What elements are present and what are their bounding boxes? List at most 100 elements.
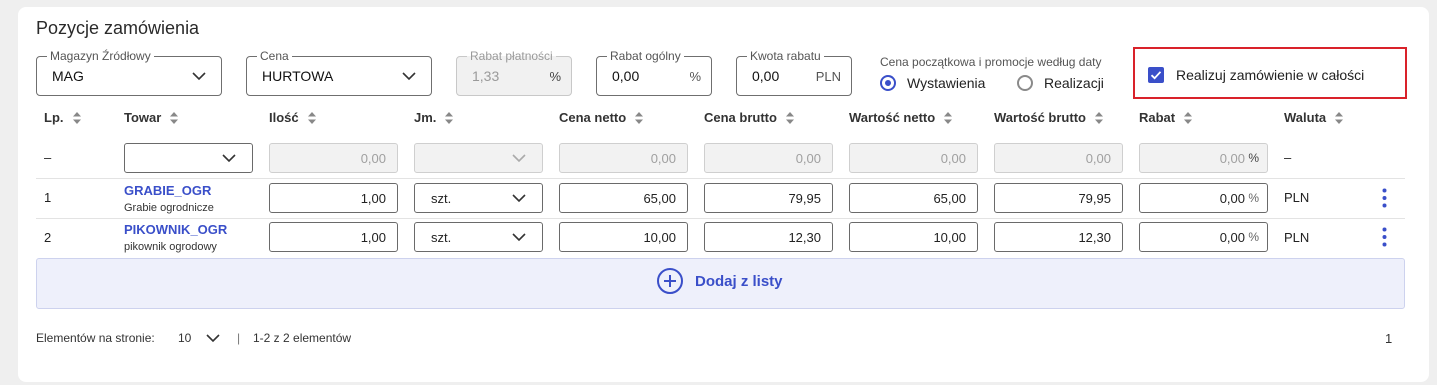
new-row-wartosc-netto: 0,00 [849, 143, 978, 173]
sort-icon [1335, 111, 1344, 124]
radio-realizacji[interactable]: Realizacji [1017, 73, 1104, 93]
col-ilosc[interactable]: Ilość [269, 110, 317, 125]
col-jm[interactable]: Jm. [414, 110, 454, 125]
sort-icon [307, 111, 316, 124]
sort-icon [1184, 111, 1193, 124]
pager-range: 1-2 z 2 elementów [253, 331, 352, 345]
row-2-cena-netto-value: 10,00 [643, 230, 676, 245]
radio-wystawienia[interactable]: Wystawienia [880, 73, 985, 93]
radio-realizacji-label: Realizacji [1044, 75, 1104, 91]
row-1-ilosc[interactable]: 1,00 [269, 183, 398, 213]
new-row-rabat-unit: % [1248, 151, 1259, 165]
add-from-list-button[interactable]: Dodaj z listy [36, 258, 1405, 309]
sort-icon [72, 111, 81, 124]
row-1-wartosc-netto[interactable]: 65,00 [849, 183, 978, 213]
new-row-cena-brutto-value: 0,00 [795, 151, 821, 166]
col-wartosc-netto[interactable]: Wartość netto [849, 110, 953, 125]
magazyn-value: MAG [52, 68, 84, 84]
row-1-cena-netto-value: 65,00 [643, 191, 676, 206]
rabat-ogolny-label: Rabat ogólny [607, 49, 684, 63]
sort-icon [944, 111, 953, 124]
col-lp[interactable]: Lp. [44, 110, 82, 125]
pager-separator: | [237, 331, 241, 345]
row-2-wartosc-brutto-value: 12,30 [1078, 230, 1111, 245]
more-vert-icon[interactable] [1382, 188, 1387, 208]
new-row-ilosc-value: 0,00 [360, 151, 386, 166]
chevron-down-icon [222, 154, 236, 163]
radio-selected-icon [880, 75, 896, 91]
row-1-jm-value: szt. [431, 191, 452, 206]
row-2-jm-select[interactable]: szt. [414, 222, 543, 252]
page-size-label: Elementów na stronie: [36, 331, 155, 345]
row-divider [36, 178, 1405, 179]
checkbox-checked-icon[interactable] [1148, 67, 1164, 83]
row-2-product-name: pikownik ogrodowy [124, 241, 217, 253]
row-2-wartosc-netto[interactable]: 10,00 [849, 222, 978, 252]
rabat-ogolny-field[interactable]: Rabat ogólny 0,00 % [596, 49, 712, 96]
sort-icon [785, 111, 794, 124]
kwota-rabatu-unit: PLN [815, 69, 841, 84]
rabat-platnosci-label: Rabat płatności [467, 49, 556, 63]
row-1-cena-netto[interactable]: 65,00 [559, 183, 688, 213]
kwota-rabatu-value: 0,00 [752, 68, 780, 84]
chevron-down-icon [192, 72, 206, 81]
row-1-wartosc-brutto[interactable]: 79,95 [994, 183, 1123, 213]
row-1-jm-select[interactable]: szt. [414, 183, 543, 213]
row-1-rabat[interactable]: 0,00% [1139, 183, 1268, 213]
row-2-cena-netto[interactable]: 10,00 [559, 222, 688, 252]
col-jm-label: Jm. [414, 110, 437, 125]
row-1-wartosc-netto-value: 65,00 [933, 191, 966, 206]
cena-label: Cena [257, 49, 292, 63]
new-row-towar-select[interactable] [124, 143, 253, 173]
row-1-waluta: PLN [1284, 190, 1310, 205]
row-2-rabat-value: 0,00 [1219, 230, 1245, 245]
chevron-down-icon [402, 72, 416, 81]
add-from-list-label: Dodaj z listy [695, 272, 783, 290]
col-cena-brutto-label: Cena brutto [704, 110, 777, 125]
new-row-cena-brutto: 0,00 [704, 143, 833, 173]
row-divider [36, 218, 1405, 219]
chevron-down-icon [512, 194, 526, 203]
row-1-rabat-value: 0,00 [1219, 191, 1245, 206]
magazyn-select[interactable]: Magazyn Źródłowy MAG [36, 49, 222, 96]
col-wartosc-netto-label: Wartość netto [849, 110, 936, 125]
row-1-cena-brutto[interactable]: 79,95 [704, 183, 833, 213]
cena-select[interactable]: Cena HURTOWA [246, 49, 432, 96]
row-1-wartosc-brutto-value: 79,95 [1078, 191, 1111, 206]
add-circle-icon [657, 268, 683, 294]
kwota-rabatu-field[interactable]: Kwota rabatu 0,00 PLN [736, 49, 852, 96]
magazyn-label: Magazyn Źródłowy [47, 49, 154, 63]
row-2-product-code[interactable]: PIKOWNIK_OGR [124, 222, 227, 237]
new-row-waluta: – [1284, 150, 1292, 165]
sort-icon [445, 111, 454, 124]
radio-unselected-icon [1017, 75, 1033, 91]
rabat-platnosci-field: Rabat płatności 1,33 % [456, 49, 572, 96]
chevron-down-icon[interactable] [206, 333, 220, 343]
col-cena-netto[interactable]: Cena netto [559, 110, 644, 125]
col-ilosc-label: Ilość [269, 110, 299, 125]
more-vert-icon[interactable] [1382, 227, 1387, 247]
sort-icon [170, 111, 179, 124]
new-row-jm-select [414, 143, 543, 173]
new-row-cena-netto-value: 0,00 [650, 151, 676, 166]
chevron-down-icon [512, 233, 526, 242]
col-waluta[interactable]: Waluta [1284, 110, 1344, 125]
row-2-ilosc[interactable]: 1,00 [269, 222, 398, 252]
col-wartosc-brutto-label: Wartość brutto [994, 110, 1086, 125]
cena-value: HURTOWA [262, 68, 334, 84]
row-2-jm-value: szt. [431, 230, 452, 245]
current-page[interactable]: 1 [1385, 331, 1392, 346]
row-2-rabat-unit: % [1248, 230, 1259, 244]
page-size-value[interactable]: 10 [178, 331, 191, 345]
col-cena-brutto[interactable]: Cena brutto [704, 110, 795, 125]
row-2-cena-brutto[interactable]: 12,30 [704, 222, 833, 252]
kwota-rabatu-label: Kwota rabatu [747, 49, 824, 63]
col-wartosc-brutto[interactable]: Wartość brutto [994, 110, 1104, 125]
col-towar[interactable]: Towar [124, 110, 179, 125]
row-2-rabat[interactable]: 0,00% [1139, 222, 1268, 252]
row-1-product-code[interactable]: GRABIE_OGR [124, 183, 211, 198]
col-rabat[interactable]: Rabat [1139, 110, 1193, 125]
row-2-wartosc-brutto[interactable]: 12,30 [994, 222, 1123, 252]
chevron-down-icon [512, 154, 526, 163]
row-1-lp: 1 [44, 190, 52, 205]
